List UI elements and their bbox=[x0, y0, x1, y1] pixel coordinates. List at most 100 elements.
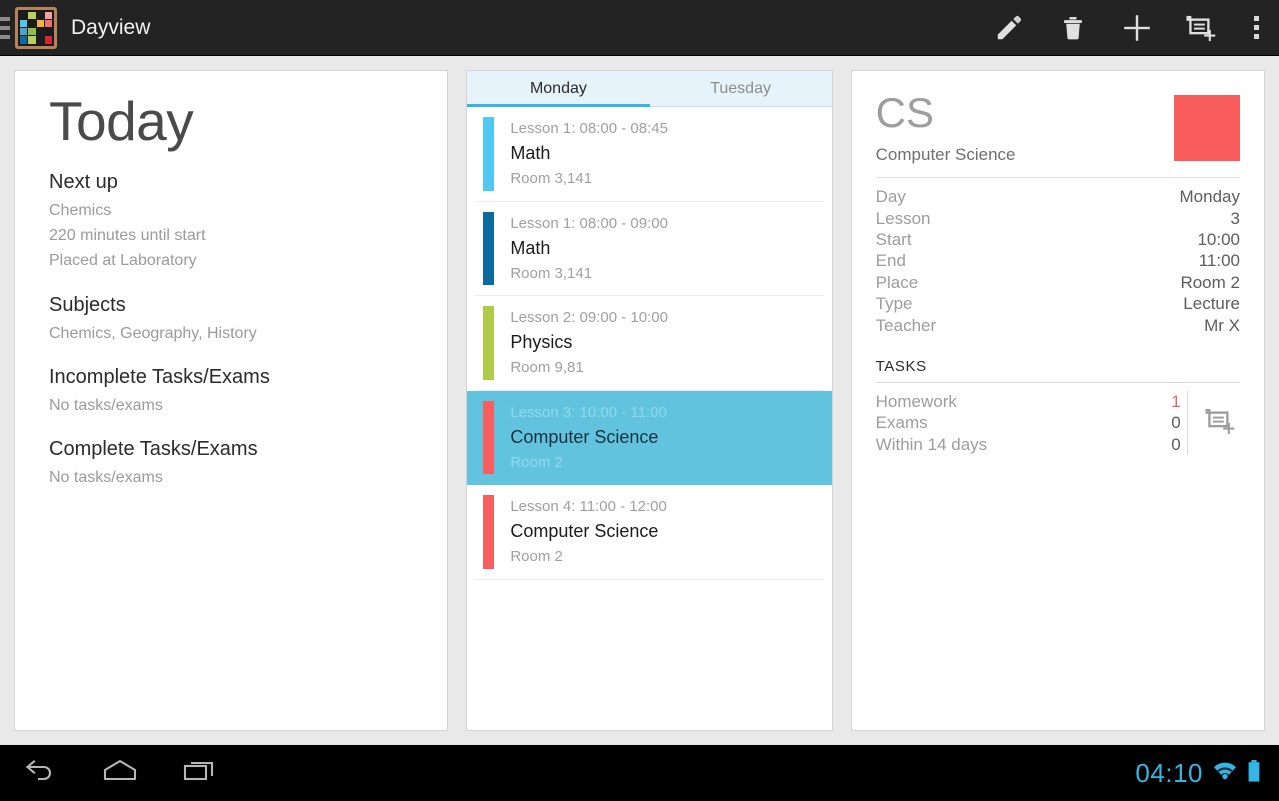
add-button[interactable] bbox=[1105, 0, 1169, 56]
detail-row: Day Monday bbox=[876, 186, 1240, 207]
lesson-title: Computer Science bbox=[510, 426, 659, 447]
more-vertical-icon bbox=[1253, 16, 1259, 39]
lesson-meta: Lesson 4: 11:00 - 12:00 bbox=[510, 498, 667, 515]
lesson-meta: Lesson 1: 08:00 - 08:45 bbox=[510, 120, 668, 137]
palette-cell-5 bbox=[28, 19, 36, 27]
lesson-row[interactable]: Lesson 3: 10:00 - 11:00 Computer Science R… bbox=[467, 390, 832, 485]
lesson-row[interactable]: Lesson 2: 09:00 - 10:00 Physics Room 9,81 bbox=[475, 296, 824, 391]
trash-icon bbox=[1059, 14, 1087, 42]
tasks-heading: TASKS bbox=[875, 357, 927, 375]
lesson-text: Lesson 1: 08:00 - 08:45 Math Room 3,141 bbox=[510, 117, 823, 191]
detail-row-value: 11:00 bbox=[1198, 251, 1240, 271]
palette-cell-7 bbox=[44, 19, 52, 27]
detail-row: End 11:00 bbox=[876, 250, 1240, 271]
delete-button[interactable] bbox=[1041, 0, 1105, 56]
lesson-row[interactable]: Lesson 4: 11:00 - 12:00 Computer Science R… bbox=[475, 485, 824, 580]
lesson-text: Lesson 4: 11:00 - 12:00 Computer Science R… bbox=[510, 495, 823, 569]
hamburger-icon[interactable] bbox=[0, 13, 10, 43]
detail-row-value: Mr X bbox=[1204, 315, 1240, 335]
palette-cell-3 bbox=[44, 11, 52, 19]
palette-cell-13 bbox=[28, 36, 36, 44]
task-row: Homework 1 bbox=[876, 391, 1181, 412]
lesson-detail-panel: CS Computer Science Day Monday Lesson 3 Star… bbox=[850, 70, 1265, 731]
lesson-color-bar bbox=[483, 211, 495, 285]
palette-cell-8 bbox=[20, 28, 28, 36]
lesson-text: Lesson 3: 10:00 - 11:00 Computer Science R… bbox=[510, 401, 831, 475]
task-count: 0 bbox=[1171, 413, 1181, 433]
edit-button[interactable] bbox=[977, 0, 1041, 56]
detail-row: Place Room 2 bbox=[876, 272, 1240, 293]
recents-icon bbox=[182, 757, 218, 790]
day-tabs: Monday Tuesday bbox=[467, 71, 832, 107]
subject-name: Computer Science bbox=[875, 145, 1016, 165]
lesson-list[interactable]: Lesson 1: 08:00 - 08:45 Math Room 3,141 Les… bbox=[467, 107, 832, 730]
main-content: Today Next up Chemics 220 minutes until st… bbox=[0, 56, 1279, 745]
lesson-text: Lesson 2: 09:00 - 10:00 Physics Room 9,81 bbox=[510, 306, 823, 380]
detail-row-label: Start bbox=[875, 229, 912, 249]
detail-row: Type Lecture bbox=[876, 293, 1240, 314]
today-section-line: Chemics bbox=[49, 201, 112, 219]
tasks-body: Homework 1 Exams 0 Within 14 days 0 bbox=[875, 390, 1240, 456]
task-label: Homework bbox=[875, 391, 957, 411]
palette-cell-2 bbox=[36, 11, 44, 19]
detail-row-label: End bbox=[875, 251, 906, 271]
detail-row-label: Teacher bbox=[875, 315, 937, 335]
subject-abbreviation: CS bbox=[875, 89, 935, 136]
today-section-line: No tasks/exams bbox=[49, 469, 163, 487]
today-section: Complete Tasks/Exams No tasks/exams bbox=[49, 438, 413, 490]
lesson-room: Room 2 bbox=[510, 548, 563, 566]
task-count: 1 bbox=[1171, 391, 1181, 411]
detail-row-value: Room 2 bbox=[1180, 272, 1240, 292]
detail-row: Start 10:00 bbox=[876, 229, 1240, 250]
app-bar: Dayview bbox=[0, 0, 1279, 56]
plus-icon bbox=[1121, 12, 1153, 44]
detail-add-task-button[interactable] bbox=[1204, 391, 1236, 455]
wifi-icon bbox=[1212, 760, 1238, 787]
lesson-color-bar bbox=[483, 306, 495, 380]
detail-row: Lesson 3 bbox=[876, 208, 1240, 229]
palette-cell-10 bbox=[36, 28, 44, 36]
home-button[interactable] bbox=[80, 745, 160, 801]
recents-button[interactable] bbox=[160, 745, 240, 801]
detail-row-label: Day bbox=[875, 187, 906, 207]
today-panel: Today Next up Chemics 220 minutes until st… bbox=[14, 70, 449, 731]
home-icon bbox=[101, 757, 139, 790]
tasks-divider bbox=[875, 381, 1240, 383]
back-button[interactable] bbox=[0, 745, 80, 801]
today-sections: Next up Chemics 220 minutes until start Pla… bbox=[49, 171, 413, 491]
today-section-line: 220 minutes until start bbox=[49, 227, 206, 245]
lesson-title: Math bbox=[510, 143, 551, 164]
system-navigation-bar: 04:10 bbox=[0, 745, 1279, 801]
tab-monday[interactable]: Monday bbox=[467, 71, 650, 107]
palette-grid-icon[interactable] bbox=[15, 6, 57, 49]
detail-divider bbox=[875, 177, 1240, 179]
today-section-title: Next up bbox=[49, 170, 118, 193]
lesson-room: Room 2 bbox=[510, 453, 563, 471]
task-row: Exams 0 bbox=[876, 412, 1181, 433]
lesson-title: Computer Science bbox=[510, 521, 659, 542]
lesson-room: Room 3,141 bbox=[510, 170, 593, 188]
palette-cell-0 bbox=[20, 11, 28, 19]
today-section: Subjects Chemics, Geography, History bbox=[49, 294, 413, 346]
today-heading: Today bbox=[49, 90, 194, 152]
back-arrow-icon bbox=[23, 756, 57, 791]
lesson-color-bar bbox=[483, 495, 495, 569]
overflow-button[interactable] bbox=[1233, 0, 1279, 56]
detail-row-label: Type bbox=[875, 294, 913, 314]
page-title: Dayview bbox=[71, 15, 151, 39]
add-task-button[interactable] bbox=[1169, 0, 1233, 56]
today-section-line: Chemics, Geography, History bbox=[49, 324, 257, 342]
today-section-line: No tasks/exams bbox=[49, 396, 163, 414]
task-label: Within 14 days bbox=[875, 434, 988, 454]
status-area: 04:10 bbox=[1135, 758, 1279, 789]
lesson-room: Room 9,81 bbox=[510, 359, 584, 377]
subject-color-swatch bbox=[1173, 95, 1240, 161]
today-section: Incomplete Tasks/Exams No tasks/exams bbox=[49, 366, 413, 418]
lesson-row[interactable]: Lesson 1: 08:00 - 08:45 Math Room 3,141 bbox=[475, 107, 824, 202]
today-section: Next up Chemics 220 minutes until start Pla… bbox=[49, 171, 413, 274]
lesson-row[interactable]: Lesson 1: 08:00 - 09:00 Math Room 3,141 bbox=[475, 202, 824, 296]
detail-row-value: 10:00 bbox=[1197, 229, 1240, 249]
today-section-title: Incomplete Tasks/Exams bbox=[49, 365, 270, 388]
tab-tuesday[interactable]: Tuesday bbox=[650, 71, 832, 106]
battery-full-icon bbox=[1247, 759, 1261, 788]
